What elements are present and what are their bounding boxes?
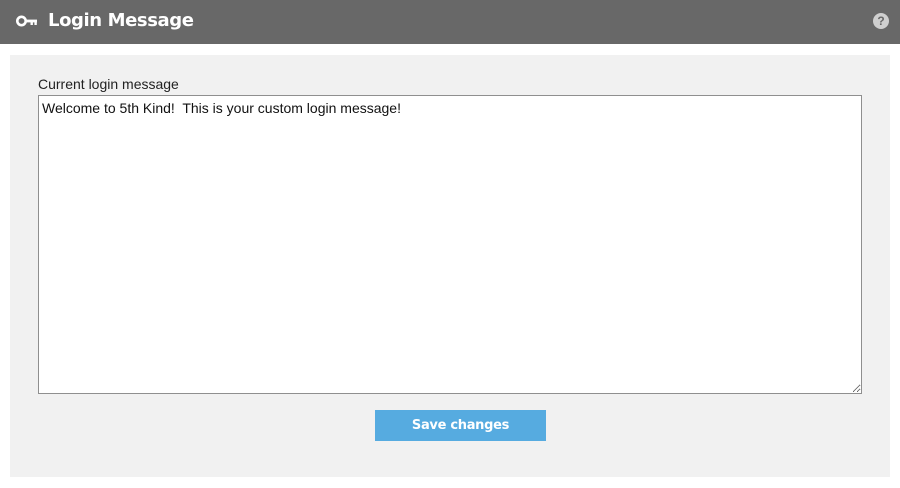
save-changes-button[interactable]: Save changes (375, 410, 546, 441)
login-message-textarea[interactable] (38, 95, 862, 394)
key-icon (16, 15, 37, 27)
page-title: Login Message (48, 10, 194, 31)
login-message-panel: Current login message Save changes (10, 55, 890, 477)
help-icon[interactable]: ? (873, 13, 889, 29)
login-message-label: Current login message (38, 76, 179, 92)
page-header: Login Message ? (0, 0, 900, 44)
